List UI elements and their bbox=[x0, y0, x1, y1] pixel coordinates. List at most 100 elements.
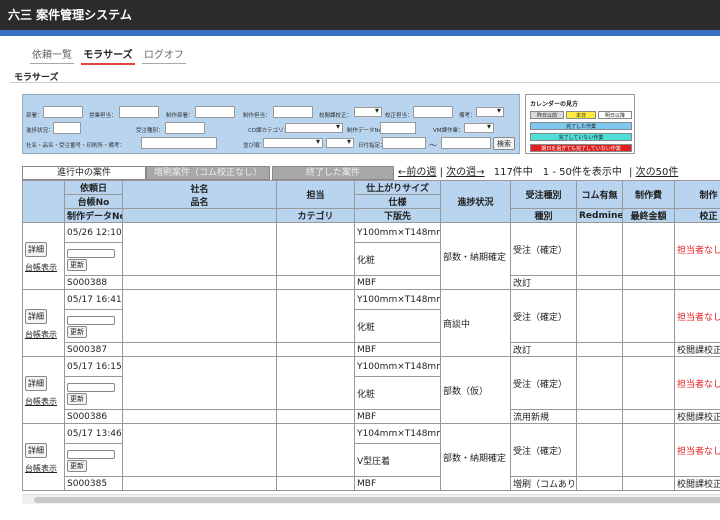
header-empty bbox=[122, 208, 277, 223]
update-button[interactable]: 更新 bbox=[67, 392, 87, 405]
daicho-input[interactable] bbox=[67, 449, 115, 459]
divider bbox=[10, 82, 720, 83]
irai-date: 05/17 16:15 bbox=[64, 356, 123, 377]
size-cell: Y100mm×T148mm bbox=[354, 356, 441, 377]
narabi-select-2[interactable] bbox=[326, 137, 354, 148]
detail-button[interactable]: 詳細 bbox=[25, 241, 47, 257]
header-shamei: 社名 品名 bbox=[122, 180, 277, 209]
tanto-cell bbox=[276, 423, 355, 477]
kahansaki-cell: MBF bbox=[354, 476, 441, 491]
irai-input[interactable] bbox=[53, 122, 81, 134]
bikou-select[interactable] bbox=[476, 106, 504, 117]
eigyo-input[interactable] bbox=[119, 106, 159, 118]
daicho-link[interactable]: 台帳表示 bbox=[25, 330, 57, 339]
daicho-link[interactable]: 台帳表示 bbox=[25, 464, 57, 473]
shamei-cell bbox=[122, 423, 277, 477]
daicho-cell: 更新 bbox=[64, 309, 123, 343]
data-no-cell: S000386 bbox=[64, 409, 123, 424]
update-button[interactable]: 更新 bbox=[67, 325, 87, 338]
busho-input[interactable] bbox=[43, 106, 83, 118]
status-cell: 部数・納期確定 bbox=[440, 423, 511, 491]
redmine-cell bbox=[576, 409, 623, 424]
label-kousei-tanto: 校正担当： bbox=[385, 113, 413, 119]
update-button[interactable]: 更新 bbox=[67, 258, 87, 271]
table-row: 詳細 台帳表示 05/26 12:10 Y100mm×T148mm 部数・納期確定 受注（… bbox=[22, 222, 720, 290]
keyword-input[interactable] bbox=[141, 137, 217, 149]
daicho-link[interactable]: 台帳表示 bbox=[25, 263, 57, 272]
search-panel: 部署： 営業担当： 制作部署： 制作担当： 校閲課校正： 校正担当： 備考： 進… bbox=[22, 94, 520, 154]
seisaku-busho-input[interactable] bbox=[195, 106, 235, 118]
kahansaki-cell: MBF bbox=[354, 409, 441, 424]
kousei-cell bbox=[674, 275, 720, 290]
juchu-cell: 受注（確定） bbox=[510, 423, 577, 477]
shiyo-cell: V型圧着 bbox=[354, 443, 441, 477]
daicho-input[interactable] bbox=[67, 248, 115, 258]
date-from-input[interactable] bbox=[382, 137, 426, 149]
legend-title: カレンダーの見方 bbox=[530, 101, 579, 108]
update-button[interactable]: 更新 bbox=[67, 459, 87, 472]
pager-sep: | bbox=[439, 167, 443, 178]
header-seisaku-data-no: 制作データNo bbox=[64, 208, 123, 223]
kousei-tanto-input[interactable] bbox=[413, 106, 453, 118]
juchu-cell: 受注（確定） bbox=[510, 222, 577, 276]
header-shinchoku: 進捗状況 bbox=[440, 180, 511, 223]
tanto-status: 担当者なし bbox=[674, 222, 720, 276]
scrollbar-thumb[interactable] bbox=[34, 497, 720, 503]
next-50-link[interactable]: 次の50件 bbox=[636, 167, 679, 178]
size-cell: Y100mm×T148mm bbox=[354, 222, 441, 243]
status-cell: 部数・納期確定 bbox=[440, 222, 511, 290]
detail-button[interactable]: 詳細 bbox=[25, 308, 47, 324]
header-size: 仕上がりサイズ bbox=[354, 180, 441, 195]
horizontal-scrollbar[interactable] bbox=[22, 494, 720, 504]
prev-week-link[interactable]: ←前の週 bbox=[398, 167, 436, 178]
next-week-link[interactable]: 次の週→ bbox=[446, 167, 484, 178]
search-button[interactable]: 検索 bbox=[493, 137, 515, 150]
daicho-link[interactable]: 台帳表示 bbox=[25, 397, 57, 406]
kouetsu-select[interactable] bbox=[354, 106, 382, 117]
tanto-status: 担当者なし bbox=[674, 356, 720, 410]
tab-finished[interactable]: 終了した案件 bbox=[272, 166, 394, 180]
legend-today: 本日 bbox=[566, 111, 596, 119]
nav-item-irai-list[interactable]: 依頼一覧 bbox=[30, 46, 74, 64]
juchu-cell: 受注（確定） bbox=[510, 289, 577, 343]
daicho-input[interactable] bbox=[67, 315, 115, 325]
main-nav: 依頼一覧 モラサーズ ログオフ bbox=[30, 46, 190, 65]
label-juchu: 受注種別： bbox=[136, 128, 164, 134]
daicho-input[interactable] bbox=[67, 382, 115, 392]
table-row: S000388 MBF 改訂 bbox=[23, 275, 720, 290]
shubetsu-cell: 流用新規 bbox=[510, 409, 577, 424]
status-cell: 部数（仮） bbox=[440, 356, 511, 424]
tab-in-progress[interactable]: 進行中の案件 bbox=[22, 166, 146, 180]
tab-extra[interactable]: 増刷案件（コム校正なし） bbox=[146, 166, 270, 180]
nav-item-logoff[interactable]: ログオフ bbox=[141, 46, 186, 64]
legend-done: 完了した作業 bbox=[530, 122, 632, 130]
date-to-input[interactable] bbox=[441, 137, 491, 149]
juchu-input[interactable] bbox=[165, 122, 205, 134]
vm-select[interactable] bbox=[464, 122, 494, 133]
saishu-cell bbox=[622, 275, 675, 290]
kahansaki-cell: MBF bbox=[354, 342, 441, 357]
header-tanto: 担当 bbox=[276, 180, 355, 209]
narabi-select-1[interactable] bbox=[263, 137, 323, 148]
nav-item-morasers[interactable]: モラサーズ bbox=[81, 46, 135, 65]
detail-button[interactable]: 詳細 bbox=[25, 375, 47, 391]
detail-button[interactable]: 詳細 bbox=[25, 442, 47, 458]
table-row: 詳細 台帳表示 05/17 13:46 Y104mm×T148mm 部数・納期確定 受注（… bbox=[22, 423, 720, 491]
header-kousei: 校正 bbox=[674, 208, 720, 223]
cd-select[interactable] bbox=[285, 122, 343, 133]
redmine-cell bbox=[576, 476, 623, 491]
shamei-cell bbox=[122, 289, 277, 343]
label-seisaku-tanto: 制作担当： bbox=[243, 113, 271, 119]
shubetsu-cell: 改訂 bbox=[510, 342, 577, 357]
table-row: 詳細 台帳表示 05/17 16:41 Y100mm×T148mm 商談中 受注（確定）担… bbox=[22, 289, 720, 357]
header-redmine: Redmine bbox=[576, 208, 623, 223]
header-kahansaki: 下版先 bbox=[354, 208, 441, 223]
title-bar: 六三 案件管理システム bbox=[0, 0, 720, 30]
header-shubetsu: 種別 bbox=[510, 208, 577, 223]
seisaku-data-input[interactable] bbox=[380, 122, 416, 134]
header-juchu: 受注種別 bbox=[510, 180, 577, 209]
order-table: 依頼日 社名 品名 担当 仕上がりサイズ 進捗状況 受注種別 コム有無 制作費 制… bbox=[22, 180, 720, 491]
seisaku-tanto-input[interactable] bbox=[273, 106, 313, 118]
hinmei-cell bbox=[122, 275, 277, 290]
hinmei-cell bbox=[122, 342, 277, 357]
